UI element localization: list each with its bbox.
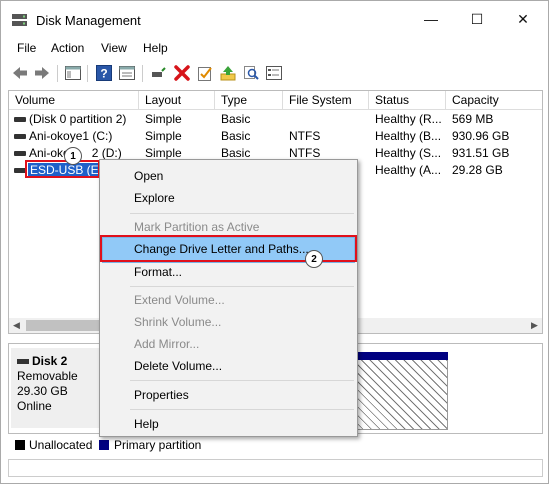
window-title: Disk Management: [36, 13, 141, 28]
status-bar: [8, 459, 543, 477]
menu-item-open[interactable]: Open: [134, 169, 163, 183]
svg-text:?: ?: [100, 67, 107, 81]
menu-action[interactable]: Action: [51, 41, 84, 55]
scroll-left-icon[interactable]: ◀: [9, 318, 24, 333]
menu-separator: [130, 380, 354, 381]
column-header-layout[interactable]: Layout: [139, 91, 215, 110]
menu-item-mark-partition-active: Mark Partition as Active: [134, 220, 260, 234]
cell-status: Healthy (B...: [375, 129, 442, 143]
disk-management-window: Disk Management — ☐ ✕ File Action View H…: [0, 0, 549, 484]
back-arrow-icon[interactable]: [11, 64, 29, 82]
drive-icon: [14, 117, 26, 122]
disk-type: Removable: [17, 369, 78, 383]
menu-item-extend-volume: Extend Volume...: [134, 293, 225, 307]
maximize-button[interactable]: ☐: [454, 1, 500, 37]
disk-state: Online: [17, 399, 52, 413]
disk-name: Disk 2: [32, 354, 68, 368]
list-icon[interactable]: [265, 64, 283, 82]
drive-icon: [14, 134, 26, 139]
menu-file[interactable]: File: [17, 41, 36, 55]
cell-status: Healthy (R...: [375, 112, 442, 126]
properties-icon[interactable]: [118, 64, 136, 82]
partition-block[interactable]: [354, 360, 448, 430]
menu-bar: File Action View Help: [1, 38, 548, 58]
menu-item-explore[interactable]: Explore: [134, 191, 175, 205]
connect-icon[interactable]: [149, 64, 167, 82]
cell-capacity: 930.96 GB: [452, 129, 510, 143]
toolbar: ?: [1, 61, 548, 87]
cell-status: Healthy (A...: [375, 163, 442, 177]
maximize-icon: ☐: [470, 10, 484, 27]
minimize-button[interactable]: —: [408, 1, 454, 37]
cell-volume-text-tail: 2 (D:): [91, 146, 122, 160]
minimize-icon: —: [424, 11, 438, 27]
context-menu: Open Explore Mark Partition as Active Ch…: [99, 159, 358, 437]
import-icon[interactable]: [219, 64, 237, 82]
menu-item-delete-volume[interactable]: Delete Volume...: [134, 359, 222, 373]
cell-layout: Simple: [145, 129, 182, 143]
cell-capacity: 29.28 GB: [452, 163, 503, 177]
delete-icon[interactable]: [173, 64, 191, 82]
disk-icon: [17, 359, 29, 365]
menu-item-help[interactable]: Help: [134, 417, 159, 431]
partition-header-bar: [354, 352, 448, 360]
menu-item-format[interactable]: Format...: [134, 265, 182, 279]
callout-box-1: [25, 160, 100, 178]
disk-info-panel[interactable]: Disk 2 Removable 29.30 GB Online: [11, 348, 99, 428]
cell-capacity: 931.51 GB: [452, 146, 510, 160]
callout-badge-1: 1: [64, 147, 82, 165]
cell-layout: Simple: [145, 112, 182, 126]
cell-status: Healthy (S...: [375, 146, 442, 160]
cell-volume: Ani-okoye1 (C:): [29, 129, 113, 143]
table-row[interactable]: (Disk 0 partition 2) Simple Basic Health…: [9, 111, 542, 128]
help-icon[interactable]: ?: [95, 64, 113, 82]
disk-size: 29.30 GB: [17, 384, 68, 398]
legend-unallocated: Unallocated: [29, 438, 93, 452]
unallocated-swatch: [15, 440, 25, 450]
menu-separator: [130, 286, 354, 287]
menu-separator: [130, 409, 354, 410]
cell-file-system: NTFS: [289, 129, 321, 143]
console-tree-icon[interactable]: [64, 64, 82, 82]
table-row[interactable]: Ani-okoye1 (C:) Simple Basic NTFS Health…: [9, 128, 542, 145]
close-icon: ✕: [517, 10, 529, 27]
menu-item-add-mirror: Add Mirror...: [134, 337, 200, 351]
checklist-icon[interactable]: [196, 64, 214, 82]
callout-badge-2: 2: [305, 250, 323, 268]
menu-view[interactable]: View: [101, 41, 127, 55]
cell-type: Basic: [221, 112, 251, 126]
legend: Unallocated Primary partition: [8, 437, 543, 455]
menu-help[interactable]: Help: [143, 41, 168, 55]
disk-name-row: Disk 2: [17, 354, 93, 369]
toolbar-separator: [87, 65, 88, 82]
cell-type: Basic: [221, 129, 251, 143]
close-button[interactable]: ✕: [500, 1, 546, 37]
column-header-volume[interactable]: Volume: [9, 91, 139, 110]
toolbar-separator: [142, 65, 143, 82]
cell-capacity: 569 MB: [452, 112, 494, 126]
column-header-capacity[interactable]: Capacity: [446, 91, 542, 110]
toolbar-separator: [57, 65, 58, 82]
menu-item-properties[interactable]: Properties: [134, 388, 189, 402]
menu-item-shrink-volume: Shrink Volume...: [134, 315, 222, 329]
volume-list-header: Volume Layout Type File System Status Ca…: [9, 91, 542, 110]
drive-icon: [14, 151, 26, 156]
title-bar: Disk Management — ☐ ✕: [1, 1, 548, 37]
legend-primary-partition: Primary partition: [114, 438, 202, 452]
scroll-right-icon[interactable]: ▶: [527, 318, 542, 333]
column-header-status[interactable]: Status: [369, 91, 446, 110]
forward-arrow-icon[interactable]: [33, 64, 51, 82]
column-header-file-system[interactable]: File System: [283, 91, 369, 110]
menu-separator: [130, 213, 354, 214]
primary-partition-swatch: [99, 440, 109, 450]
cell-volume: (Disk 0 partition 2): [29, 112, 127, 126]
disk-management-app-icon: [12, 14, 27, 26]
column-header-type[interactable]: Type: [215, 91, 283, 110]
search-icon[interactable]: [242, 64, 260, 82]
